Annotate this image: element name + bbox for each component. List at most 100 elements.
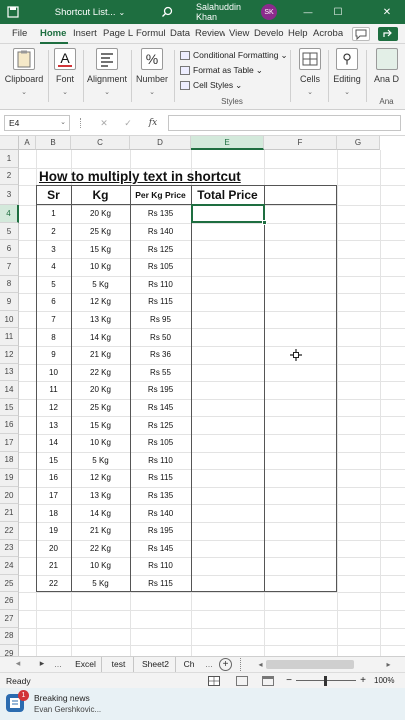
cell-kg[interactable]: 10 Kg — [71, 434, 130, 452]
tab-insert[interactable]: Insert — [73, 24, 99, 44]
minimize-button[interactable]: — — [298, 0, 318, 24]
row-header-15[interactable]: 15 — [0, 398, 19, 417]
cell-kg[interactable]: 13 Kg — [71, 311, 130, 329]
cell-kg[interactable]: 25 Kg — [71, 223, 130, 241]
cell-sr[interactable]: 19 — [36, 522, 71, 540]
insert-function-icon[interactable]: fx — [146, 115, 160, 131]
tab-data[interactable]: Data — [170, 24, 192, 44]
row-header-7[interactable]: 7 — [0, 258, 19, 276]
header-total-price[interactable]: Total Price — [191, 185, 264, 205]
cell-sr[interactable]: 4 — [36, 258, 71, 276]
cell-per-kg-price[interactable]: Rs 135 — [130, 205, 191, 223]
close-button[interactable]: ✕ — [376, 0, 398, 24]
cell-sr[interactable]: 6 — [36, 293, 71, 311]
row-header-28[interactable]: 28 — [0, 627, 19, 646]
cell-kg[interactable]: 12 Kg — [71, 469, 130, 487]
row-header-20[interactable]: 20 — [0, 486, 19, 505]
cell-sr[interactable]: 16 — [36, 469, 71, 487]
font-group[interactable]: A Font ⌄ — [50, 44, 80, 110]
row-header-11[interactable]: 11 — [0, 328, 19, 346]
cell-kg[interactable]: 5 Kg — [71, 575, 130, 593]
cell-per-kg-price[interactable]: Rs 115 — [130, 293, 191, 311]
cell-sr[interactable]: 22 — [36, 575, 71, 593]
formula-input[interactable] — [168, 115, 401, 131]
cell-kg[interactable]: 15 Kg — [71, 416, 130, 434]
cell-kg[interactable]: 20 Kg — [71, 381, 130, 399]
cell-sr[interactable]: 9 — [36, 346, 71, 364]
sheet-tab-excel[interactable]: Excel — [70, 657, 102, 672]
select-all-corner[interactable] — [0, 136, 19, 150]
tab-acrobat[interactable]: Acroba — [313, 24, 343, 44]
row-header-14[interactable]: 14 — [0, 381, 19, 399]
cell-per-kg-price[interactable]: Rs 115 — [130, 575, 191, 593]
cell-kg[interactable]: 20 Kg — [71, 205, 130, 223]
cell-sr[interactable]: 7 — [36, 311, 71, 329]
autosave-icon[interactable] — [0, 0, 26, 24]
zoom-in-button[interactable]: + — [358, 673, 368, 689]
cell-sr[interactable]: 18 — [36, 504, 71, 522]
cell-per-kg-price[interactable]: Rs 125 — [130, 416, 191, 434]
cell-kg[interactable]: 25 Kg — [71, 399, 130, 417]
row-header-27[interactable]: 27 — [0, 610, 19, 628]
cell-kg[interactable]: 22 Kg — [71, 364, 130, 382]
cell-per-kg-price[interactable]: Rs 55 — [130, 364, 191, 382]
cell-per-kg-price[interactable]: Rs 145 — [130, 399, 191, 417]
cell-kg[interactable]: 15 Kg — [71, 240, 130, 258]
cell-per-kg-price[interactable]: Rs 110 — [130, 276, 191, 294]
cell-sr[interactable]: 13 — [36, 416, 71, 434]
scroll-left-icon[interactable]: ◂ — [256, 659, 265, 670]
header-kg[interactable]: Kg — [71, 185, 130, 205]
cell-sr[interactable]: 1 — [36, 205, 71, 223]
page-layout-view-icon[interactable] — [236, 676, 248, 686]
share-icon[interactable] — [378, 27, 398, 41]
row-header-13[interactable]: 13 — [0, 363, 19, 382]
row-header-19[interactable]: 19 — [0, 469, 19, 487]
cell-per-kg-price[interactable]: Rs 140 — [130, 504, 191, 522]
cell-sr[interactable]: 11 — [36, 381, 71, 399]
cell-kg[interactable]: 5 Kg — [71, 452, 130, 470]
row-header-16[interactable]: 16 — [0, 416, 19, 434]
cell-kg[interactable]: 10 Kg — [71, 557, 130, 575]
row-header-23[interactable]: 23 — [0, 539, 19, 558]
column-header-c[interactable]: C — [71, 136, 130, 150]
row-header-26[interactable]: 26 — [0, 592, 19, 610]
row-header-2[interactable]: 2 — [0, 167, 19, 186]
cell-sr[interactable]: 5 — [36, 276, 71, 294]
comments-icon[interactable] — [352, 27, 370, 41]
row-header-17[interactable]: 17 — [0, 434, 19, 452]
more-sheets-left[interactable]: ... — [52, 657, 64, 672]
cell-kg[interactable]: 14 Kg — [71, 328, 130, 346]
row-header-6[interactable]: 6 — [0, 240, 19, 258]
header-per-kg-price[interactable]: Per Kg Price — [130, 185, 191, 205]
cell-per-kg-price[interactable]: Rs 110 — [130, 557, 191, 575]
file-name-title[interactable]: Shortcut List... ⌄ — [50, 0, 130, 24]
zoom-slider-thumb[interactable] — [324, 676, 327, 686]
cell-sr[interactable]: 21 — [36, 557, 71, 575]
cell-sr[interactable]: 17 — [36, 487, 71, 505]
cell-kg[interactable]: 21 Kg — [71, 522, 130, 540]
cell-kg[interactable]: 12 Kg — [71, 293, 130, 311]
cell-per-kg-price[interactable]: Rs 195 — [130, 381, 191, 399]
cell-per-kg-price[interactable]: Rs 36 — [130, 346, 191, 364]
maximize-button[interactable]: ☐ — [328, 0, 348, 24]
user-name[interactable]: Salahuddin Khan — [196, 0, 258, 24]
tab-developer[interactable]: Develo — [254, 24, 284, 44]
cell-kg[interactable]: 21 Kg — [71, 346, 130, 364]
zoom-out-button[interactable]: − — [284, 673, 294, 689]
normal-view-icon[interactable] — [208, 676, 220, 686]
row-header-10[interactable]: 10 — [0, 310, 19, 329]
column-header-d[interactable]: D — [130, 136, 191, 150]
row-header-1[interactable]: 1 — [0, 150, 19, 168]
cell-sr[interactable]: 14 — [36, 434, 71, 452]
cell-per-kg-price[interactable]: Rs 50 — [130, 328, 191, 346]
prev-sheet-icon[interactable]: ◂ — [12, 658, 24, 669]
column-header-f[interactable]: F — [264, 136, 337, 150]
add-sheet-button[interactable]: + — [219, 658, 232, 671]
conditional-formatting-button[interactable]: Conditional Formatting ⌄ — [180, 48, 288, 62]
row-header-29[interactable]: 29 — [0, 645, 19, 656]
cell-kg[interactable]: 13 Kg — [71, 487, 130, 505]
name-box[interactable]: E4 ⌄ — [4, 115, 70, 131]
clipboard-group[interactable]: Clipboard ⌄ — [2, 44, 46, 110]
row-header-8[interactable]: 8 — [0, 275, 19, 294]
sheet-tab-ch[interactable]: Ch — [178, 657, 200, 672]
